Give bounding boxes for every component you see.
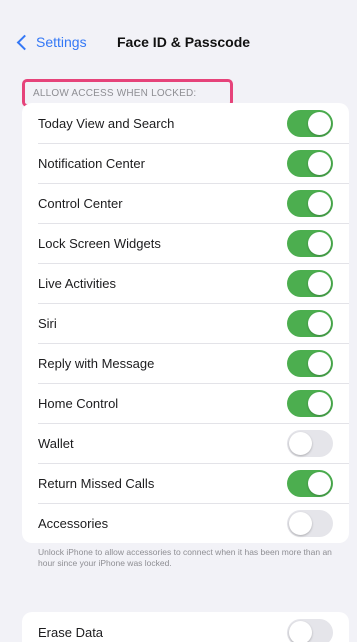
toggle-knob: [308, 312, 331, 335]
row-label: Wallet: [38, 435, 74, 451]
toggle-knob: [308, 272, 331, 295]
page-title: Face ID & Passcode: [117, 34, 251, 50]
toggle-knob: [308, 112, 331, 135]
erase-data-group: Erase Data: [22, 612, 349, 642]
row-label: Home Control: [38, 395, 119, 411]
section-header-label: ALLOW ACCESS WHEN LOCKED:: [33, 87, 197, 99]
nav-bar: Settings Face ID & Passcode: [0, 0, 357, 84]
toggle-switch[interactable]: [287, 350, 333, 377]
list-item: Control Center: [22, 183, 349, 223]
toggle-switch[interactable]: [287, 619, 333, 642]
toggle-switch[interactable]: [287, 470, 333, 497]
back-label: Settings: [36, 34, 87, 50]
row-label: Accessories: [38, 515, 109, 531]
row-label: Live Activities: [38, 275, 117, 291]
toggle-knob: [308, 192, 331, 215]
row-label: Today View and Search: [38, 115, 175, 131]
toggle-knob: [308, 152, 331, 175]
toggle-knob: [308, 472, 331, 495]
row-label: Control Center: [38, 195, 123, 211]
toggle-knob: [308, 352, 331, 375]
list-item: Return Missed Calls: [22, 463, 349, 503]
list-item: Lock Screen Widgets: [22, 223, 349, 263]
row-label: Notification Center: [38, 155, 145, 171]
toggle-switch[interactable]: [287, 430, 333, 457]
screen: Settings Face ID & Passcode ALLOW ACCESS…: [0, 0, 357, 642]
toggle-switch[interactable]: [287, 390, 333, 417]
allow-access-list: Today View and Search Notification Center…: [22, 103, 349, 543]
list-item: Notification Center: [22, 143, 349, 183]
toggle-switch[interactable]: [287, 230, 333, 257]
toggle-knob: [308, 392, 331, 415]
toggle-switch[interactable]: [287, 190, 333, 217]
toggle-switch[interactable]: [287, 270, 333, 297]
row-erase-data: Erase Data: [22, 612, 349, 642]
list-item: Wallet: [22, 423, 349, 463]
toggle-knob: [308, 232, 331, 255]
row-label: Lock Screen Widgets: [38, 235, 161, 251]
toggle-switch[interactable]: [287, 510, 333, 537]
list-item: Live Activities: [22, 263, 349, 303]
row-label: Erase Data: [38, 624, 104, 640]
list-item: Home Control: [22, 383, 349, 423]
toggle-knob: [289, 621, 312, 642]
toggle-switch[interactable]: [287, 310, 333, 337]
footnote: Unlock iPhone to allow accessories to co…: [38, 547, 332, 568]
toggle-knob: [289, 512, 312, 535]
toggle-switch[interactable]: [287, 150, 333, 177]
list-item: Accessories: [22, 503, 349, 543]
back-button[interactable]: Settings: [16, 32, 87, 52]
list-item: Siri: [22, 303, 349, 343]
row-label: Siri: [38, 315, 57, 331]
row-label: Reply with Message: [38, 355, 155, 371]
row-label: Return Missed Calls: [38, 475, 155, 491]
chevron-left-icon: [16, 34, 33, 50]
toggle-knob: [289, 432, 312, 455]
toggle-switch[interactable]: [287, 110, 333, 137]
list-item: Reply with Message: [22, 343, 349, 383]
list-item: Today View and Search: [22, 103, 349, 143]
